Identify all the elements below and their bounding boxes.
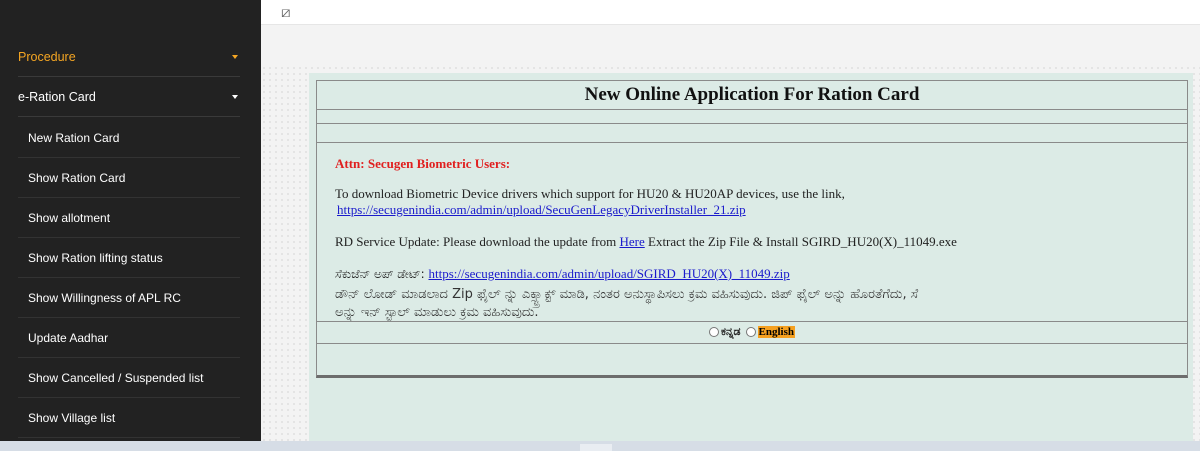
os-taskbar bbox=[0, 441, 1200, 451]
english-radio[interactable] bbox=[745, 327, 756, 337]
lang-option-english[interactable]: English bbox=[745, 326, 796, 338]
sidebar-item-eration-card[interactable]: e-Ration Card bbox=[18, 78, 240, 117]
attention-heading: Attn: Secugen Biometric Users: bbox=[335, 156, 511, 171]
sidebar-item-village-list[interactable]: Show Village list bbox=[18, 398, 240, 438]
sidebar-item-new-ration-card[interactable]: New Ration Card bbox=[18, 118, 240, 158]
sidebar-item-label: Show allotment bbox=[28, 210, 111, 225]
kannada-radio[interactable] bbox=[708, 327, 719, 337]
kannada-instructions: ಡೌನ್ ಲೋಡ್ ಮಾಡಲಾದ Zip ಫೈಲ್ ನ್ನು ಎಕ್ಸ್ಟ್ರಾ… bbox=[335, 286, 1195, 322]
sidebar-item-show-ration-card[interactable]: Show Ration Card bbox=[18, 158, 240, 198]
driver-instructions: To download Biometric Device drivers whi… bbox=[335, 186, 845, 201]
taskbar-button[interactable] bbox=[580, 444, 612, 451]
sidebar-item-label: Show Ration Card bbox=[28, 170, 126, 185]
kannada-instructions-line1: ಡೌನ್ ಲೋಡ್ ಮಾಡಲಾದ Zip ಫೈಲ್ ನ್ನು ಎಕ್ಸ್ಟ್ರಾ… bbox=[335, 287, 919, 302]
sidebar-toggle-icon[interactable]: ⧄ bbox=[281, 3, 291, 21]
sidebar-item-label: Update Aadhar bbox=[28, 330, 109, 345]
caret-down-icon bbox=[232, 95, 238, 99]
divider bbox=[317, 109, 1187, 110]
kannada-instructions-line2: ಅನ್ನು ಇನ್ ಸ್ಟಾಲ್ ಮಾಡುಲು ಕ್ರಮ ವಹಿಸುವುದು. bbox=[335, 305, 539, 320]
sidebar-item-label: Procedure bbox=[18, 50, 76, 64]
application-frame: New Online Application For Ration Card A… bbox=[316, 80, 1188, 378]
page-title: New Online Application For Ration Card bbox=[584, 84, 920, 105]
divider bbox=[317, 123, 1187, 124]
sidebar-item-label: Show Cancelled / Suspended list bbox=[28, 370, 204, 385]
kannada-label: ಕನ್ನಡ bbox=[720, 325, 741, 338]
kannada-update-label: ಸೆಕುಜೆನ್ ಅಪ್ ಡೇಟ್: bbox=[335, 267, 429, 281]
divider bbox=[317, 321, 1187, 322]
rd-here-link[interactable]: Here bbox=[619, 234, 644, 249]
top-bar: ⧄ bbox=[261, 0, 1200, 25]
caret-down-icon bbox=[232, 55, 238, 59]
driver-download-link[interactable]: https://secugenindia.com/admin/upload/Se… bbox=[337, 202, 746, 218]
english-label: English bbox=[757, 326, 796, 338]
sidebar-item-label: Show Ration lifting status bbox=[28, 250, 163, 265]
sidebar-item-willingness-apl[interactable]: Show Willingness of APL RC bbox=[18, 278, 240, 318]
rd-text: RD Service Update: Please download the u… bbox=[335, 234, 620, 249]
lang-option-kannada[interactable]: ಕನ್ನಡ bbox=[708, 325, 741, 339]
divider bbox=[317, 142, 1187, 143]
sidebar-item-update-aadhar[interactable]: Update Aadhar bbox=[18, 318, 240, 358]
rd-text-after: Extract the Zip File & Install SGIRD_HU2… bbox=[644, 234, 957, 249]
rd-service-update: RD Service Update: Please download the u… bbox=[335, 234, 957, 250]
sidebar: Procedure e-Ration Card New Ration Card … bbox=[0, 0, 261, 441]
divider bbox=[317, 343, 1187, 344]
sidebar-item-label: Show Willingness of APL RC bbox=[28, 290, 181, 305]
language-selector: ಕನ್ನಡ English bbox=[317, 325, 1187, 341]
sidebar-item-cancelled-suspended[interactable]: Show Cancelled / Suspended list bbox=[18, 358, 240, 398]
sidebar-item-label: New Ration Card bbox=[28, 130, 120, 145]
sidebar-item-label: Show Village list bbox=[28, 410, 116, 425]
sidebar-item-procedure[interactable]: Procedure bbox=[18, 38, 240, 77]
sidebar-item-ration-lifting-status[interactable]: Show Ration lifting status bbox=[18, 238, 240, 278]
kannada-download-link[interactable]: https://secugenindia.com/admin/upload/SG… bbox=[428, 266, 789, 281]
sidebar-item-show-allotment[interactable]: Show allotment bbox=[18, 198, 240, 238]
sidebar-item-label: e-Ration Card bbox=[18, 90, 96, 104]
kannada-update-line: ಸೆಕುಜೆನ್ ಅಪ್ ಡೇಟ್: https://secugenindia.… bbox=[335, 266, 790, 282]
